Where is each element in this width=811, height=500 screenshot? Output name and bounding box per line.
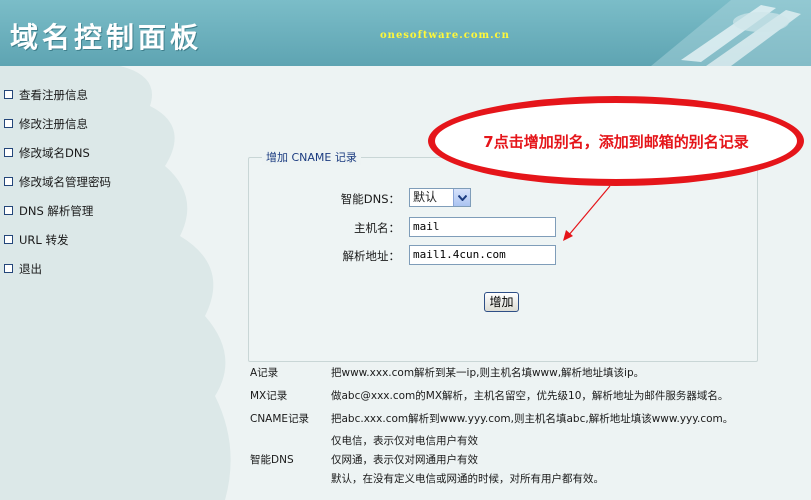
help-dns-line3: 默认，在没有定义电信或网通的时候，对所有用户都有效。 — [331, 473, 604, 485]
help-a-desc: 把www.xxx.com解析到某一ip,则主机名填www,解析地址填该ip。 — [331, 367, 645, 379]
help-cname-key: CNAME记录 — [250, 413, 310, 425]
help-cname-desc: 把abc.xxx.com解析到www.yyy.com,则主机名填abc,解析地址… — [331, 413, 734, 425]
help-dns-line2: 仅网通，表示仅对网通用户有效 — [331, 454, 478, 466]
help-mx-key: MX记录 — [250, 390, 288, 402]
help-a-key: A记录 — [250, 367, 279, 379]
help-dns-key: 智能DNS — [250, 454, 294, 466]
help-mx-desc: 做abc@xxx.com的MX解析，主机名留空，优先级10，解析地址为邮件服务器… — [331, 390, 729, 402]
help-dns-line1: 仅电信，表示仅对电信用户有效 — [331, 435, 478, 447]
